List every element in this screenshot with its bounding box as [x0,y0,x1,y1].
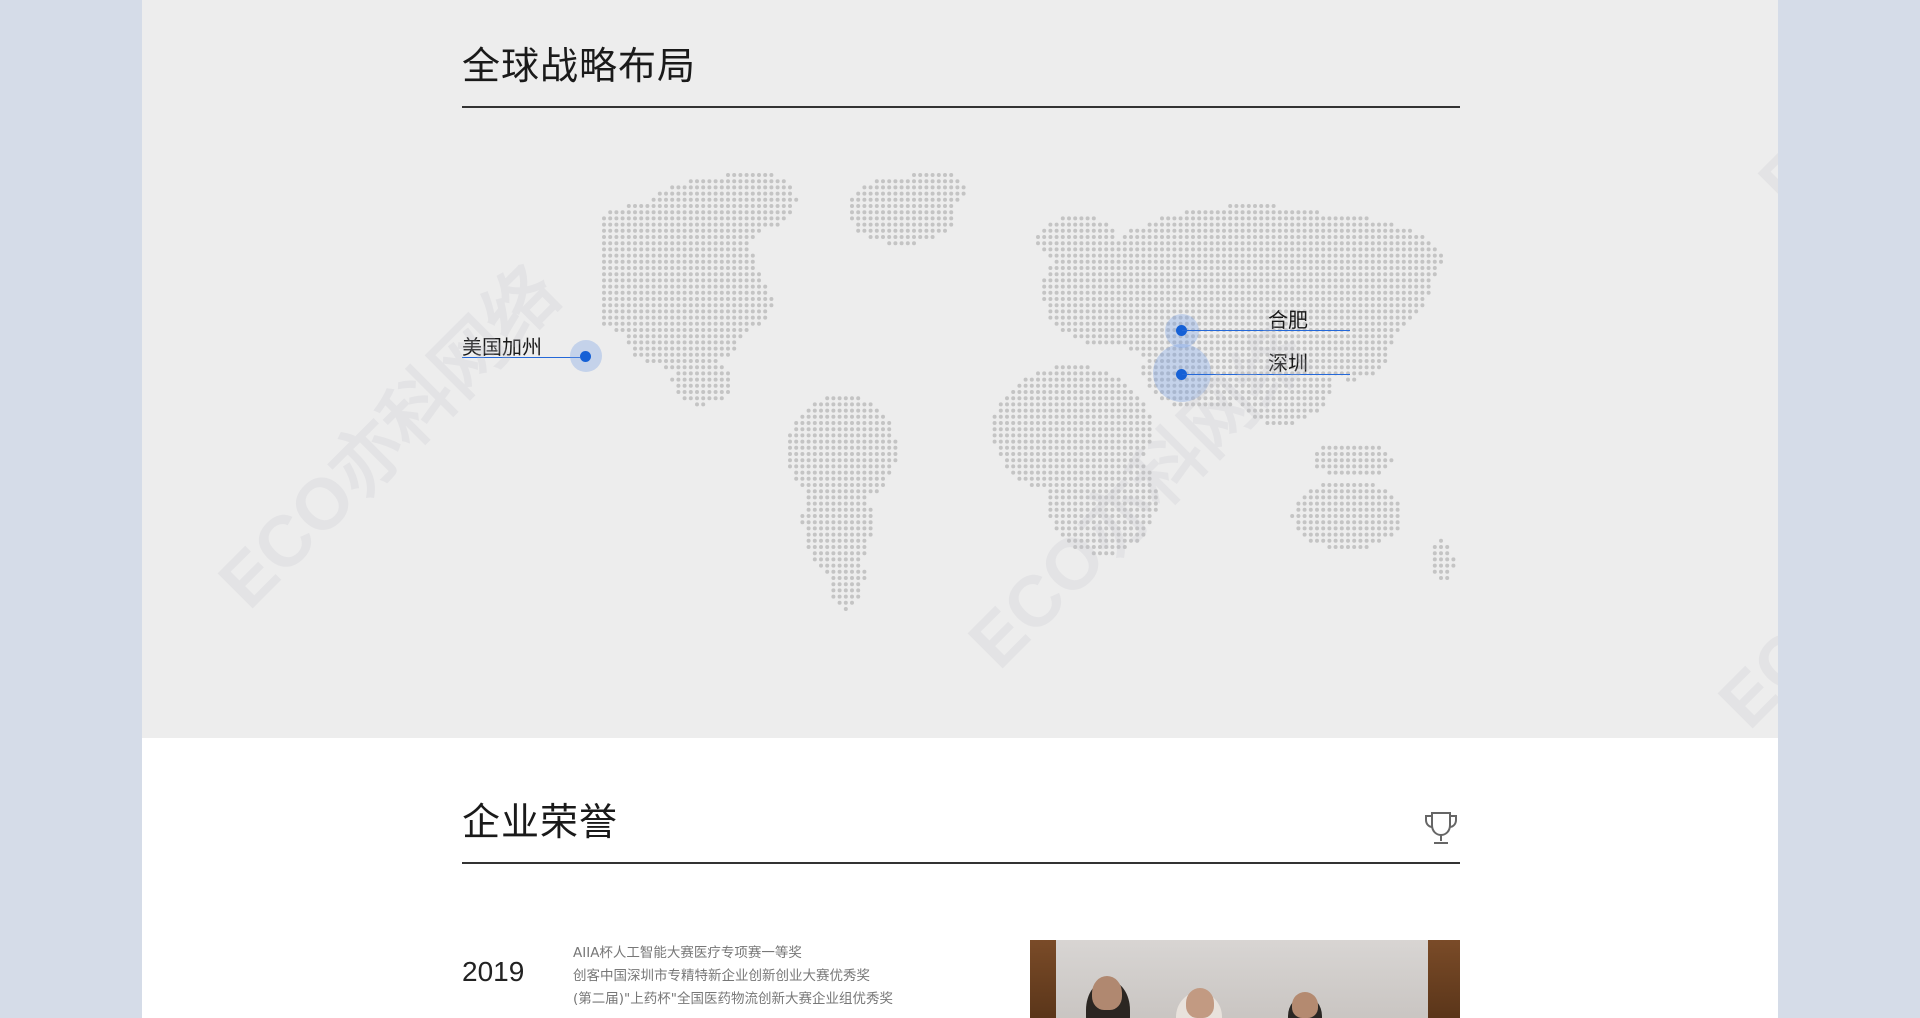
honor-year: 2019 [462,956,525,987]
global-layout-section: 全球战略布局 美国加州 合肥 深圳 [142,0,1778,738]
award-item: AIIA杯人工智能大赛医疗专项赛一等奖 [573,945,802,961]
location-leader-california [462,357,580,358]
honors-section: 企业荣誉 2019 AIIA杯人工智能大赛医疗专项赛一等奖 创客中国深圳市专精特… [142,738,1778,1018]
location-leader-hefei [1182,330,1350,331]
award-item: (第二届)"上药杯"全国医药物流创新大赛企业组优秀奖 [573,991,893,1007]
location-label-shenzhen: 深圳 [1268,351,1308,375]
trophy-icon [1425,812,1457,844]
honors-title: 企业荣誉 [462,800,619,844]
page: 全球战略布局 美国加州 合肥 深圳 企业荣誉 2019 AIIA杯人工智能大赛医… [142,0,1778,1018]
location-label-california: 美国加州 [462,335,542,359]
award-item: 创客中国深圳市专精特新企业创新创业大赛优秀奖 [573,968,870,984]
award-list: AIIA杯人工智能大赛医疗专项赛一等奖 创客中国深圳市专精特新企业创新创业大赛优… [573,942,893,1011]
honors-divider [462,862,1460,864]
world-dot-map [602,173,1456,611]
location-leader-shenzhen [1182,374,1350,375]
award-photo [1030,940,1460,1018]
location-pin-california[interactable] [580,351,591,362]
location-label-hefei: 合肥 [1268,308,1308,332]
